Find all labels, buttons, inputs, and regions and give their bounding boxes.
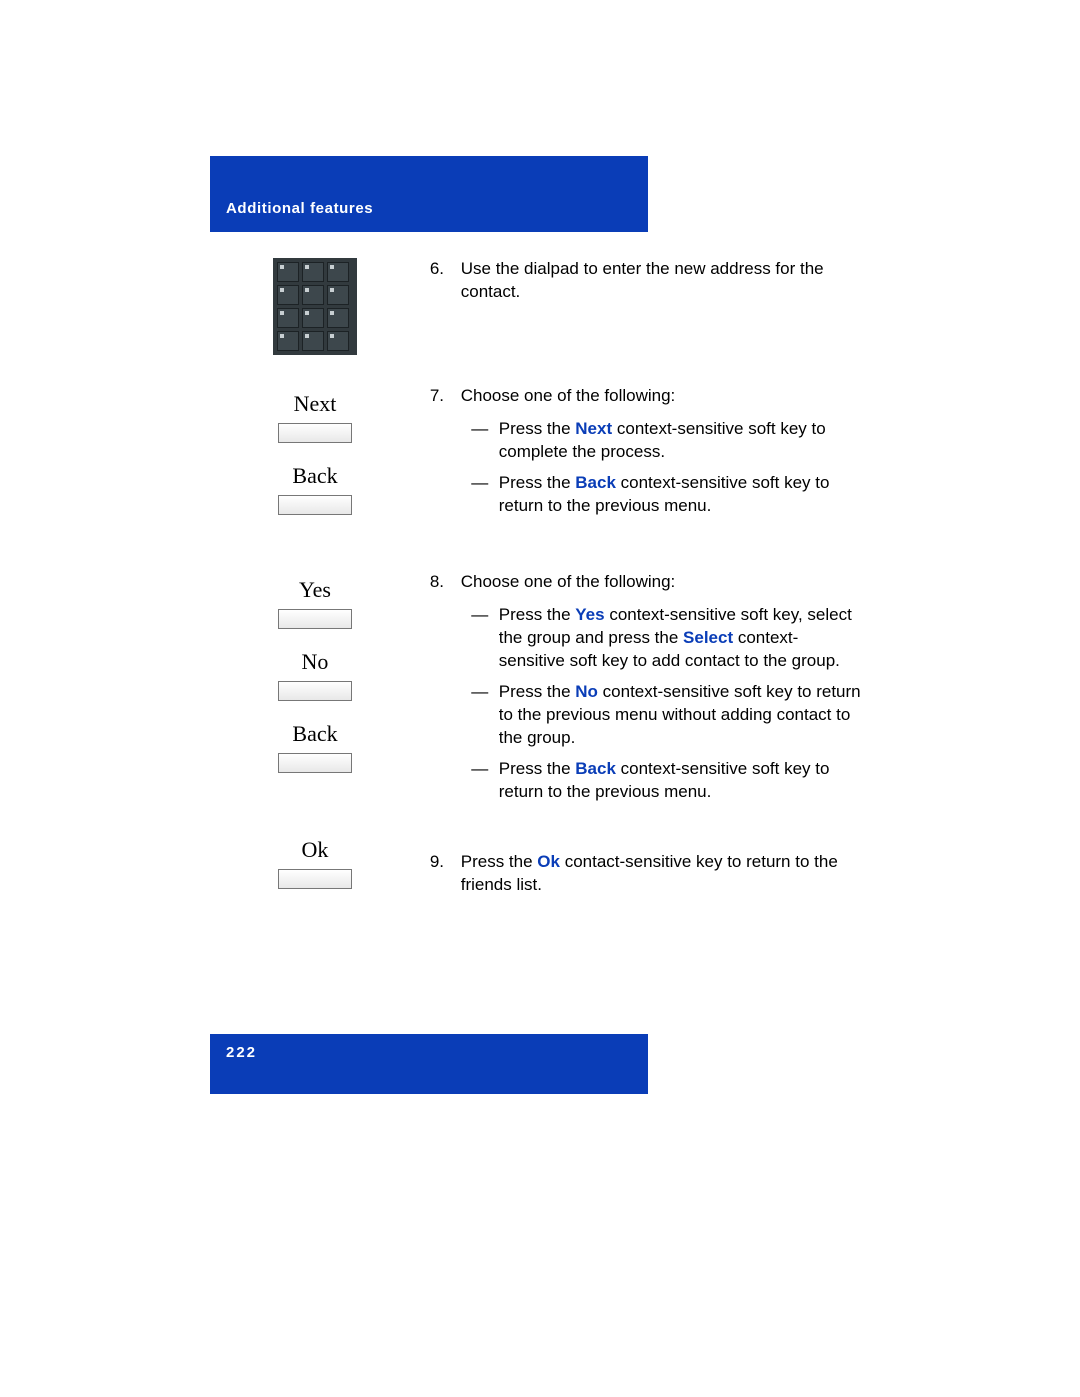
step-number: 8. bbox=[420, 571, 444, 594]
step-7: 7. Choose one of the following: — Press … bbox=[420, 385, 870, 526]
keyword-select: Select bbox=[683, 628, 733, 647]
softkey-label-back: Back bbox=[210, 463, 420, 489]
dash-icon: — bbox=[461, 418, 499, 464]
softkey-label-yes: Yes bbox=[210, 577, 420, 603]
step-7a: Press the Next context-sensitive soft ke… bbox=[499, 418, 861, 464]
softkey-label-back: Back bbox=[210, 721, 420, 747]
keyword-back: Back bbox=[575, 473, 616, 492]
softkey-button-next[interactable] bbox=[278, 423, 352, 443]
keyword-next: Next bbox=[575, 419, 612, 438]
header-title: Additional features bbox=[226, 200, 373, 217]
step-9: 9. Press the Ok contact-sensitive key to… bbox=[420, 831, 870, 897]
step-8c: Press the Back context-sensitive soft ke… bbox=[499, 758, 861, 804]
softkey-button-back[interactable] bbox=[278, 753, 352, 773]
footer-bar bbox=[210, 1034, 648, 1094]
step-number: 7. bbox=[420, 385, 444, 408]
dash-icon: — bbox=[461, 758, 499, 804]
step-number: 6. bbox=[420, 258, 444, 281]
step-intro: Choose one of the following: bbox=[461, 386, 676, 405]
page-number: 222 bbox=[226, 1044, 257, 1061]
dash-icon: — bbox=[461, 681, 499, 750]
step-6: 6. Use the dialpad to enter the new addr… bbox=[420, 258, 870, 304]
keyword-back: Back bbox=[575, 759, 616, 778]
softkey-label-no: No bbox=[210, 649, 420, 675]
softkey-button-no[interactable] bbox=[278, 681, 352, 701]
header-bar bbox=[210, 156, 648, 232]
softkey-label-next: Next bbox=[210, 391, 420, 417]
dash-icon: — bbox=[461, 472, 499, 518]
softkey-label-ok: Ok bbox=[210, 837, 420, 863]
softkey-button-ok[interactable] bbox=[278, 869, 352, 889]
step-8a: Press the Yes context-sensitive soft key… bbox=[499, 604, 861, 673]
dash-icon: — bbox=[461, 604, 499, 673]
keyword-no: No bbox=[575, 682, 598, 701]
content: 6. Use the dialpad to enter the new addr… bbox=[210, 232, 870, 909]
softkey-button-back[interactable] bbox=[278, 495, 352, 515]
step-text: Use the dialpad to enter the new address… bbox=[461, 258, 861, 304]
step-intro: Choose one of the following: bbox=[461, 572, 676, 591]
keyword-yes: Yes bbox=[575, 605, 604, 624]
keyword-ok: Ok bbox=[537, 852, 560, 871]
step-number: 9. bbox=[420, 851, 444, 874]
step-8b: Press the No context-sensitive soft key … bbox=[499, 681, 861, 750]
softkey-button-yes[interactable] bbox=[278, 609, 352, 629]
step-7b: Press the Back context-sensitive soft ke… bbox=[499, 472, 861, 518]
dialpad-icon bbox=[273, 258, 357, 355]
step-8: 8. Choose one of the following: — Press … bbox=[420, 571, 870, 811]
